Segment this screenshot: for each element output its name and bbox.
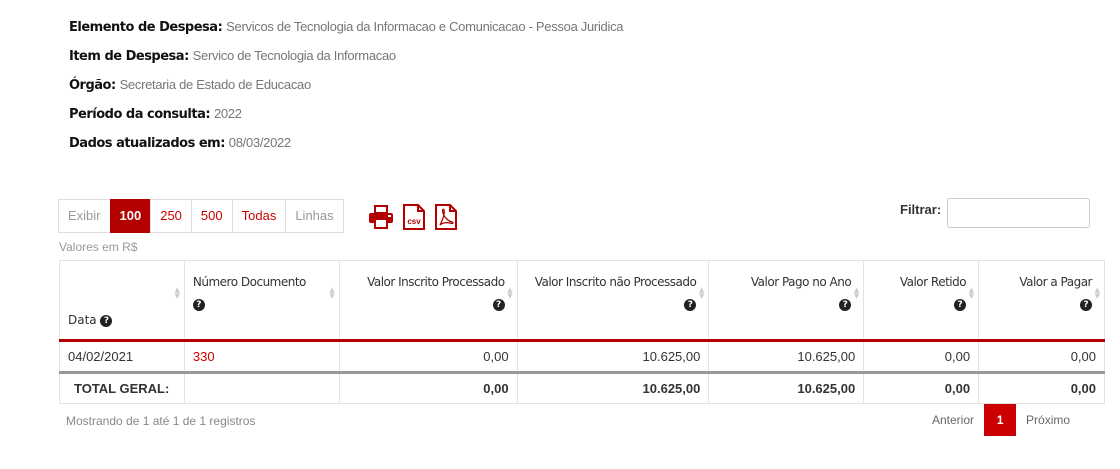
info-label: Período da consulta: <box>69 107 211 122</box>
info-value: Servicos de Tecnologia da Informacao e C… <box>226 19 624 34</box>
sort-icon: ▲ ▼ <box>1094 286 1100 300</box>
cell-value: 10.625,00 <box>516 340 710 373</box>
header-label: Número Documento <box>192 275 306 289</box>
length-250-button[interactable]: 250 <box>150 199 192 233</box>
info-item: Item de Despesa: Servico de Tecnologia d… <box>69 41 623 70</box>
print-icon[interactable] <box>368 205 394 229</box>
sort-icon: ▲ ▼ <box>853 286 860 300</box>
col-header-numero-documento[interactable]: Número Documento? ▲ ▼ <box>183 260 340 341</box>
help-icon[interactable]: ? <box>492 298 505 311</box>
help-icon[interactable]: ? <box>100 314 113 327</box>
records-info: Mostrando de 1 até 1 de 1 registros <box>66 414 256 428</box>
col-header-valor-inscrito-nao-processado[interactable]: Valor Inscrito não Processado? ▲ ▼ <box>516 260 710 341</box>
sort-icon: ▲ ▼ <box>507 286 513 300</box>
pagination: Anterior 1 Próximo <box>922 404 1080 436</box>
next-page-button[interactable]: Próximo <box>1016 404 1080 436</box>
cell-value: 10.625,00 <box>516 371 710 404</box>
info-periodo: Período da consulta: 2022 <box>69 99 623 128</box>
length-500-button[interactable]: 500 <box>190 199 233 233</box>
filter-input[interactable] <box>947 198 1090 228</box>
header-label: Valor Pago no Ano <box>750 275 852 289</box>
sort-icon: ▲ ▼ <box>329 286 335 300</box>
cell-value <box>183 371 340 404</box>
cell-value: 10.625,00 <box>708 340 865 373</box>
col-header-valor-pago-no-ano[interactable]: Valor Pago no Ano? ▲ ▼ <box>708 260 865 341</box>
previous-page-button[interactable]: Anterior <box>922 404 984 436</box>
header-label: Valor Inscrito Processado <box>367 275 505 289</box>
current-page-button[interactable]: 1 <box>984 404 1017 436</box>
help-icon[interactable]: ? <box>192 298 205 311</box>
cell-value: 0,00 <box>978 371 1105 404</box>
sort-icon: ▲ ▼ <box>698 286 705 300</box>
info-value: Servico de Tecnologia da Informacao <box>192 48 396 63</box>
col-header-valor-a-pagar[interactable]: Valor a Pagar? ▲ ▼ <box>978 260 1105 341</box>
cell-value: 0,00 <box>978 340 1105 373</box>
cell-value: 0,00 <box>863 340 980 373</box>
data-table: Data ? ▲ ▼ Número Documento? ▲ ▼ Valor Inscr… <box>59 260 1105 404</box>
pdf-icon[interactable] <box>434 204 458 230</box>
help-icon[interactable]: ? <box>954 298 967 311</box>
col-header-valor-retido[interactable]: Valor Retido? ▲ ▼ <box>863 260 980 341</box>
cell-value: 10.625,00 <box>708 371 865 404</box>
info-label: Órgão: <box>69 78 116 93</box>
info-line-hidden <box>69 0 623 12</box>
csv-icon[interactable]: csv <box>402 204 426 230</box>
help-icon[interactable]: ? <box>1080 298 1092 311</box>
cell-value: 0,00 <box>338 371 518 404</box>
info-orgao: Órgão: Secretaria de Estado de Educacao <box>69 70 623 99</box>
info-panel: Elemento de Despesa: Servicos de Tecnolo… <box>69 0 624 157</box>
exibir-label: Exibir <box>58 199 111 233</box>
help-icon[interactable]: ? <box>684 298 697 311</box>
csv-icon-text: csv <box>407 217 421 226</box>
linhas-label: Linhas <box>285 199 344 233</box>
export-icons: csv <box>368 204 458 230</box>
info-label: Elemento de Despesa: <box>69 20 223 35</box>
length-100-button[interactable]: 100 <box>109 199 152 233</box>
info-value: Secretaria de Estado de Educacao <box>119 77 312 92</box>
col-header-valor-inscrito-processado[interactable]: Valor Inscrito Processado? ▲ ▼ <box>338 260 518 341</box>
header-label: Data <box>68 313 97 327</box>
info-atualizado: Dados atualizados em: 08/03/2022 <box>69 128 623 157</box>
cell-data: 04/02/2021 <box>59 340 185 373</box>
total-row: TOTAL GERAL: 0,00 10.625,00 10.625,00 0,… <box>59 371 1105 404</box>
table-row: 04/02/2021 330 0,00 10.625,00 10.625,00 … <box>59 340 1105 373</box>
filter-label: Filtrar: <box>900 202 942 217</box>
table-header-row: Data ? ▲ ▼ Número Documento? ▲ ▼ Valor Inscr… <box>59 260 1105 341</box>
info-label: Item de Despesa: <box>69 49 189 64</box>
header-label: Valor a Pagar <box>1019 275 1092 289</box>
help-icon[interactable]: ? <box>839 298 852 311</box>
sort-icon: ▲ ▼ <box>968 286 975 300</box>
header-label: Valor Retido <box>899 275 967 289</box>
cell-numero-documento-link[interactable]: 330 <box>183 340 340 373</box>
info-label: Dados atualizados em: <box>69 136 225 151</box>
info-value: 08/03/2022 <box>228 135 291 150</box>
col-header-data[interactable]: Data ? ▲ ▼ <box>59 260 185 341</box>
cell-value: 0,00 <box>863 371 980 404</box>
currency-note: Valores em R$ <box>59 240 138 254</box>
sort-icon: ▲ ▼ <box>174 286 180 300</box>
info-elemento: Elemento de Despesa: Servicos de Tecnolo… <box>69 12 624 41</box>
total-label: TOTAL GERAL: <box>59 371 185 404</box>
length-todas-button[interactable]: Todas <box>231 199 287 233</box>
page-length-controls: Exibir 100 250 500 Todas Linhas <box>58 199 344 233</box>
info-value: 2022 <box>213 106 242 121</box>
cell-value: 0,00 <box>338 340 518 373</box>
header-label: Valor Inscrito não Processado <box>534 275 697 289</box>
